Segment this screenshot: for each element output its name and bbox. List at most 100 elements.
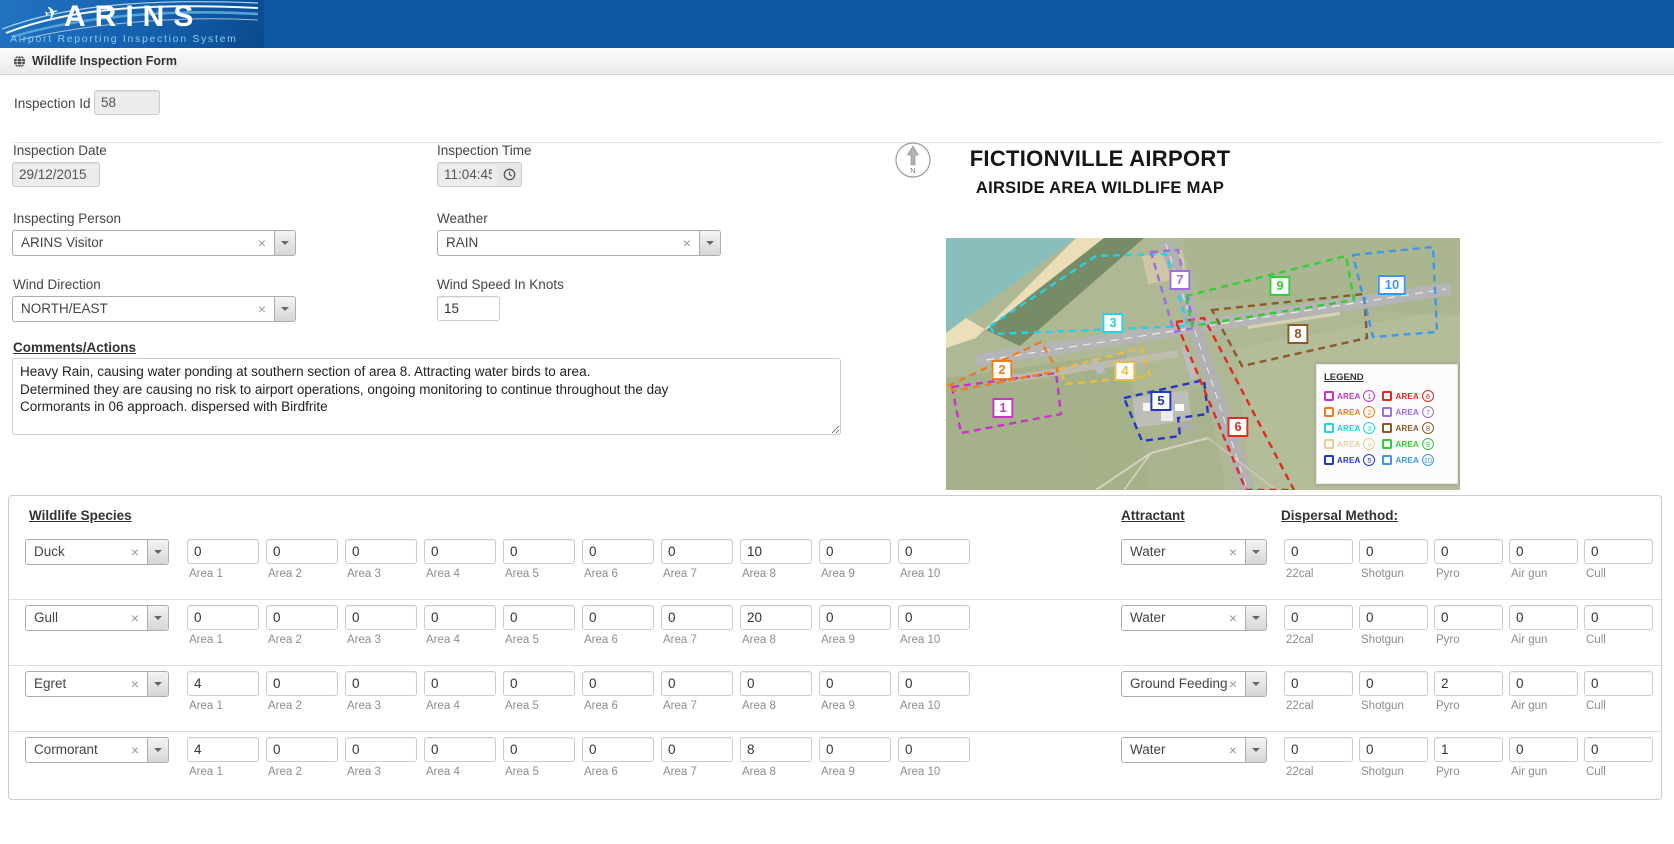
clear-icon[interactable]: × — [131, 738, 139, 762]
area-count-input[interactable] — [582, 539, 654, 564]
comments-textarea[interactable]: Heavy Rain, causing water ponding at sou… — [12, 358, 841, 435]
area-count-input[interactable] — [661, 605, 733, 630]
attractant-select[interactable]: Water × — [1121, 737, 1267, 763]
dispersal-count-input[interactable] — [1359, 605, 1428, 630]
area-count-input[interactable] — [424, 737, 496, 762]
dispersal-count-input[interactable] — [1434, 737, 1503, 762]
area-count-input[interactable] — [345, 737, 417, 762]
dispersal-count-input[interactable] — [1584, 737, 1653, 762]
dispersal-count-input[interactable] — [1509, 671, 1578, 696]
attractant-select[interactable]: Water × — [1121, 605, 1267, 631]
area-count-input[interactable] — [898, 539, 970, 564]
area-count-input[interactable] — [187, 605, 259, 630]
dropdown-button[interactable] — [1245, 738, 1266, 762]
area-count-input[interactable] — [740, 539, 812, 564]
area-count-input[interactable] — [345, 539, 417, 564]
inspection-date-input[interactable] — [12, 162, 100, 187]
dispersal-count-input[interactable] — [1359, 737, 1428, 762]
area-count-input[interactable] — [424, 671, 496, 696]
area-count-input[interactable] — [266, 737, 338, 762]
species-select[interactable]: Egret × — [25, 671, 169, 697]
inspecting-person-select[interactable]: ARINS Visitor × — [12, 230, 296, 256]
dropdown-button[interactable] — [1245, 540, 1266, 564]
area-count-input[interactable] — [345, 605, 417, 630]
area-count-input[interactable] — [661, 671, 733, 696]
dropdown-button[interactable] — [274, 297, 295, 321]
area-count-input[interactable] — [266, 539, 338, 564]
dispersal-count-input[interactable] — [1434, 539, 1503, 564]
dispersal-count-input[interactable] — [1284, 539, 1353, 564]
area-count-input[interactable] — [819, 671, 891, 696]
area-count-input[interactable] — [819, 605, 891, 630]
dropdown-button[interactable] — [274, 231, 295, 255]
dispersal-count-input[interactable] — [1284, 737, 1353, 762]
area-count-input[interactable] — [740, 605, 812, 630]
dispersal-count-input[interactable] — [1359, 671, 1428, 696]
attractant-select[interactable]: Water × — [1121, 539, 1267, 565]
dispersal-count-input[interactable] — [1584, 539, 1653, 564]
dispersal-count-input[interactable] — [1434, 605, 1503, 630]
area-count-input[interactable] — [898, 605, 970, 630]
inspection-id-input[interactable] — [94, 90, 160, 115]
inspection-time-input[interactable] — [437, 162, 499, 187]
dropdown-button[interactable] — [147, 738, 168, 762]
clear-icon[interactable]: × — [258, 297, 266, 321]
dispersal-count-input[interactable] — [1434, 671, 1503, 696]
area-count-input[interactable] — [740, 737, 812, 762]
area-label: Area 2 — [268, 766, 338, 778]
area-count-input[interactable] — [898, 671, 970, 696]
area-count-input[interactable] — [424, 605, 496, 630]
area-count-input[interactable] — [582, 605, 654, 630]
species-select[interactable]: Cormorant × — [25, 737, 169, 763]
dispersal-count-input[interactable] — [1509, 539, 1578, 564]
area-count-input[interactable] — [266, 671, 338, 696]
dropdown-button[interactable] — [699, 231, 720, 255]
wind-speed-input[interactable] — [437, 296, 500, 321]
dropdown-button[interactable] — [1245, 672, 1266, 696]
clear-icon[interactable]: × — [131, 606, 139, 630]
clear-icon[interactable]: × — [1229, 738, 1237, 762]
attractant-select[interactable]: Ground Feeding × — [1121, 671, 1267, 697]
dropdown-button[interactable] — [147, 540, 168, 564]
area-count-input[interactable] — [740, 671, 812, 696]
dispersal-count-input[interactable] — [1509, 737, 1578, 762]
clear-icon[interactable]: × — [131, 540, 139, 564]
area-count-input[interactable] — [582, 671, 654, 696]
area-count-input[interactable] — [503, 539, 575, 564]
clear-icon[interactable]: × — [258, 231, 266, 255]
time-picker-button[interactable] — [498, 162, 522, 187]
clear-icon[interactable]: × — [131, 672, 139, 696]
area-count-input[interactable] — [819, 737, 891, 762]
area-count-input[interactable] — [582, 737, 654, 762]
area-count-input[interactable] — [187, 671, 259, 696]
species-select[interactable]: Gull × — [25, 605, 169, 631]
clear-icon[interactable]: × — [1229, 606, 1237, 630]
wind-direction-select[interactable]: NORTH/EAST × — [12, 296, 296, 322]
dispersal-count-input[interactable] — [1284, 605, 1353, 630]
area-count-input[interactable] — [187, 737, 259, 762]
area-count-input[interactable] — [424, 539, 496, 564]
dropdown-button[interactable] — [147, 672, 168, 696]
species-select[interactable]: Duck × — [25, 539, 169, 565]
area-count-input[interactable] — [819, 539, 891, 564]
dropdown-button[interactable] — [147, 606, 168, 630]
area-count-input[interactable] — [898, 737, 970, 762]
dispersal-count-input[interactable] — [1584, 671, 1653, 696]
area-count-input[interactable] — [503, 671, 575, 696]
area-count-input[interactable] — [345, 671, 417, 696]
dispersal-count-input[interactable] — [1509, 605, 1578, 630]
clear-icon[interactable]: × — [1229, 540, 1237, 564]
dispersal-count-input[interactable] — [1359, 539, 1428, 564]
area-count-input[interactable] — [187, 539, 259, 564]
dispersal-count-input[interactable] — [1584, 605, 1653, 630]
dispersal-count-input[interactable] — [1284, 671, 1353, 696]
area-count-input[interactable] — [661, 737, 733, 762]
area-count-input[interactable] — [503, 737, 575, 762]
area-count-input[interactable] — [266, 605, 338, 630]
area-count-input[interactable] — [503, 605, 575, 630]
weather-select[interactable]: RAIN × — [437, 230, 721, 256]
clear-icon[interactable]: × — [1229, 672, 1237, 696]
dropdown-button[interactable] — [1245, 606, 1266, 630]
area-count-input[interactable] — [661, 539, 733, 564]
clear-icon[interactable]: × — [683, 231, 691, 255]
